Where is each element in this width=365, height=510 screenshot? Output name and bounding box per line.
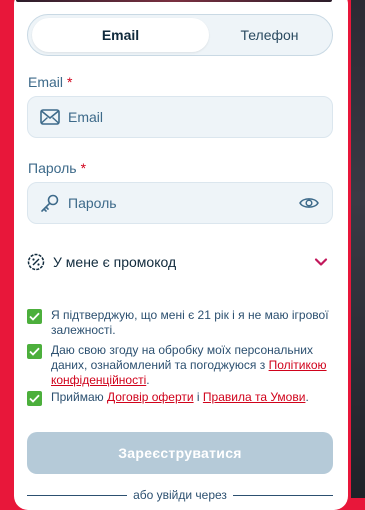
required-mark: *: [80, 160, 87, 176]
email-field[interactable]: [27, 96, 333, 138]
registration-method-tabs: Email Телефон: [27, 14, 333, 56]
offer-agreement-link[interactable]: Договір оферти: [107, 390, 194, 404]
password-field[interactable]: [27, 182, 333, 224]
alt-login-text: або увійди через: [133, 488, 227, 502]
checkmark-icon: [29, 347, 40, 356]
age-consent-text: Я підтверджую, що мені є 21 рік і я не м…: [51, 308, 329, 337]
register-button[interactable]: Зареєструватися: [27, 432, 333, 474]
terms-consent-text: Приймаю Договір оферти і Правила та Умов…: [51, 390, 309, 404]
data-consent-row: Даю свою згоду на обробку моїх персональ…: [27, 343, 333, 388]
promo-percent-icon: [27, 253, 45, 271]
eye-icon[interactable]: [298, 192, 320, 214]
terms-consent-row: Приймаю Договір оферти і Правила та Умов…: [27, 390, 333, 406]
key-icon: [39, 192, 61, 214]
tab-phone[interactable]: Телефон: [209, 18, 330, 52]
terms-conditions-link[interactable]: Правила та Умови: [203, 390, 306, 404]
data-consent-checkbox[interactable]: [27, 344, 42, 359]
checkmark-icon: [29, 312, 40, 321]
background-strip: [348, 0, 365, 498]
promo-code-toggle[interactable]: У мене є промокод: [27, 248, 333, 276]
tab-email[interactable]: Email: [32, 18, 209, 52]
promo-label: У мене є промокод: [53, 254, 177, 270]
age-consent-checkbox[interactable]: [27, 309, 42, 324]
alt-login-divider: або увійди через: [27, 488, 334, 502]
divider-line: [232, 494, 334, 496]
chevron-down-icon[interactable]: [313, 254, 329, 270]
password-label: Пароль *: [28, 160, 86, 176]
password-input[interactable]: [68, 195, 298, 211]
age-consent-row: Я підтверджую, що мені є 21 рік і я не м…: [27, 308, 333, 338]
data-consent-text: Даю свою згоду на обробку моїх персональ…: [51, 343, 327, 387]
email-label-text: Email: [28, 74, 64, 90]
required-mark: *: [67, 74, 73, 90]
password-label-text: Пароль: [28, 160, 77, 176]
divider-line: [27, 494, 128, 496]
envelope-icon: [39, 106, 61, 128]
email-label: Email *: [28, 74, 72, 90]
top-banner-edge: [16, 0, 332, 2]
email-input[interactable]: [68, 109, 332, 125]
checkmark-icon: [29, 394, 40, 403]
terms-consent-checkbox[interactable]: [27, 391, 42, 406]
